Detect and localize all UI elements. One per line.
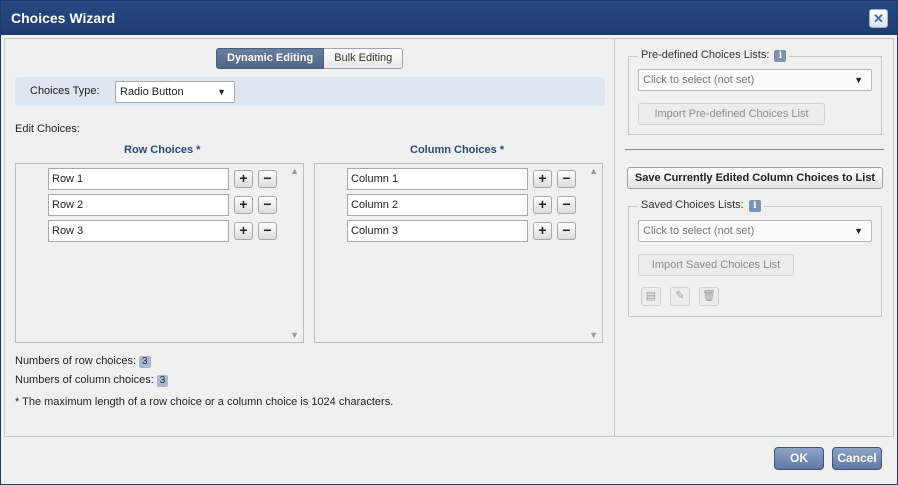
saved-legend-label: Saved Choices Lists: xyxy=(641,199,744,211)
column-choice-input[interactable]: Column 2 xyxy=(347,194,528,216)
row-choice-input[interactable]: Row 3 xyxy=(48,220,229,242)
list-item: Column 2 + − xyxy=(315,194,595,216)
dropdown-arrow-icon: ▼ xyxy=(854,226,863,236)
row-count-label: Numbers of row choices: xyxy=(15,355,137,367)
add-choice-button[interactable]: + xyxy=(234,196,253,214)
choices-wizard-dialog: Choices Wizard ✕ Dynamic Editing Bulk Ed… xyxy=(0,0,898,485)
predefined-legend-label: Pre-defined Choices Lists: xyxy=(641,49,770,61)
remove-choice-button[interactable]: − xyxy=(258,170,277,188)
row-choice-input[interactable]: Row 1 xyxy=(48,168,229,190)
add-choice-button[interactable]: + xyxy=(533,222,552,240)
dialog-content: Dynamic Editing Bulk Editing Choices Typ… xyxy=(4,38,894,437)
ok-button[interactable]: OK xyxy=(774,447,824,470)
title-bar: Choices Wizard ✕ xyxy=(1,1,897,35)
dropdown-arrow-icon: ▼ xyxy=(217,87,226,97)
choices-type-select[interactable]: Radio Button ▼ xyxy=(115,81,235,103)
remove-choice-button[interactable]: − xyxy=(557,170,576,188)
tab-bulk-editing[interactable]: Bulk Editing xyxy=(324,48,404,69)
list-item: Column 3 + − xyxy=(315,220,595,242)
cancel-button[interactable]: Cancel xyxy=(832,447,882,470)
edit-icon[interactable]: ✎ xyxy=(670,287,690,306)
column-count-label: Numbers of column choices: xyxy=(15,374,154,386)
dropdown-arrow-icon: ▼ xyxy=(854,75,863,85)
predefined-lists-group: Pre-defined Choices Lists: i Click to se… xyxy=(628,49,882,135)
add-choice-button[interactable]: + xyxy=(234,170,253,188)
predefined-list-select[interactable]: Click to select (not set) ▼ xyxy=(638,69,872,91)
edit-choices-label: Edit Choices: xyxy=(15,123,80,135)
dialog-footer: OK Cancel xyxy=(1,438,897,484)
add-choice-button[interactable]: + xyxy=(533,170,552,188)
list-item: Column 1 + − xyxy=(315,168,595,190)
choices-type-value: Radio Button xyxy=(120,86,184,98)
import-saved-button[interactable]: Import Saved Choices List xyxy=(638,254,794,276)
save-column-choices-button[interactable]: Save Currently Edited Column Choices to … xyxy=(627,167,883,189)
column-count-badge: 3 xyxy=(156,375,169,387)
scroll-down-icon[interactable]: ▼ xyxy=(290,330,299,340)
tab-dynamic-editing[interactable]: Dynamic Editing xyxy=(216,48,325,69)
close-icon[interactable]: ✕ xyxy=(869,9,888,28)
row-choices-title: Row Choices * xyxy=(124,144,201,156)
dialog-title: Choices Wizard xyxy=(11,10,116,26)
saved-list-select[interactable]: Click to select (not set) ▼ xyxy=(638,220,872,242)
row-count-stat: Numbers of row choices: 3 xyxy=(15,355,151,368)
import-predefined-button[interactable]: Import Pre-defined Choices List xyxy=(638,103,825,125)
divider xyxy=(625,149,884,150)
remove-choice-button[interactable]: − xyxy=(258,196,277,214)
column-choice-input[interactable]: Column 1 xyxy=(347,168,528,190)
info-icon[interactable]: i xyxy=(748,200,761,212)
right-panel: Pre-defined Choices Lists: i Click to se… xyxy=(614,39,893,436)
row-choice-input[interactable]: Row 2 xyxy=(48,194,229,216)
remove-choice-button[interactable]: − xyxy=(258,222,277,240)
save-icon[interactable]: ▤ xyxy=(641,287,661,306)
predefined-list-placeholder: Click to select (not set) xyxy=(643,74,755,86)
list-item: Row 1 + − xyxy=(16,168,296,190)
saved-lists-group: Saved Choices Lists: i Click to select (… xyxy=(628,199,882,317)
scroll-down-icon[interactable]: ▼ xyxy=(589,330,598,340)
add-choice-button[interactable]: + xyxy=(533,196,552,214)
column-choice-input[interactable]: Column 3 xyxy=(347,220,528,242)
max-length-note: * The maximum length of a row choice or … xyxy=(15,396,394,408)
saved-legend: Saved Choices Lists: i xyxy=(638,199,764,212)
saved-list-placeholder: Click to select (not set) xyxy=(643,225,755,237)
list-item: Row 3 + − xyxy=(16,220,296,242)
add-choice-button[interactable]: + xyxy=(234,222,253,240)
remove-choice-button[interactable]: − xyxy=(557,196,576,214)
editing-mode-toggle: Dynamic Editing Bulk Editing xyxy=(216,48,404,69)
delete-icon[interactable]: 🗑 xyxy=(699,287,719,306)
list-item: Row 2 + − xyxy=(16,194,296,216)
remove-choice-button[interactable]: − xyxy=(557,222,576,240)
column-count-stat: Numbers of column choices: 3 xyxy=(15,374,169,387)
choices-type-label: Choices Type: xyxy=(30,85,100,97)
row-choices-list[interactable]: ▲ Row 1 + − Row 2 + − Row 3 + − ▼ xyxy=(15,163,304,343)
predefined-legend: Pre-defined Choices Lists: i xyxy=(638,49,790,62)
left-panel: Dynamic Editing Bulk Editing Choices Typ… xyxy=(5,39,614,436)
info-icon[interactable]: i xyxy=(774,50,787,62)
choices-type-bar: Choices Type: Radio Button ▼ xyxy=(15,77,605,106)
column-choices-title: Column Choices * xyxy=(410,144,505,156)
row-count-badge: 3 xyxy=(139,356,151,368)
column-choices-list[interactable]: ▲ Column 1 + − Column 2 + − Column 3 + −… xyxy=(314,163,603,343)
